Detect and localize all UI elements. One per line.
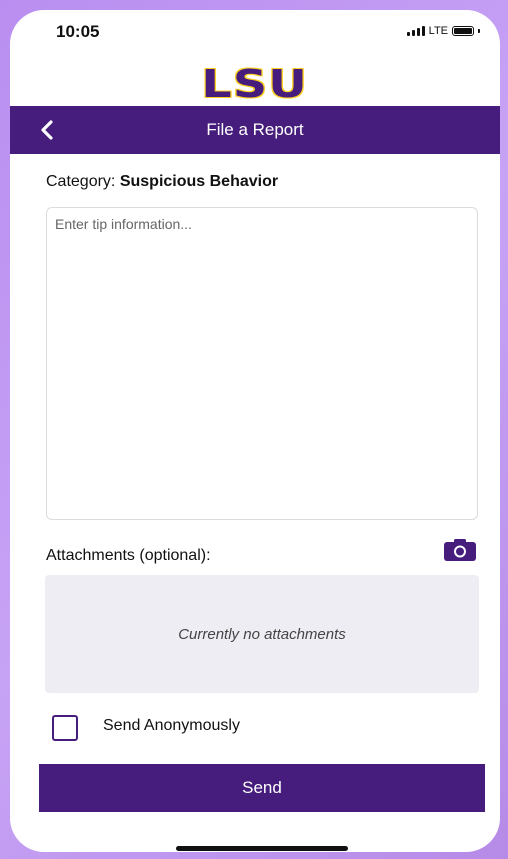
battery-icon <box>452 26 474 36</box>
anonymous-checkbox[interactable] <box>52 715 78 741</box>
tip-input[interactable] <box>46 207 478 520</box>
send-button[interactable]: Send <box>39 764 485 812</box>
status-time: 10:05 <box>56 22 100 41</box>
battery-tip <box>478 29 480 33</box>
attachments-label: Attachments (optional): <box>46 547 211 564</box>
category-label: Category: <box>46 173 116 190</box>
phone-screen: 10:05 LTE LSU File a Report Category: Su… <box>10 10 500 852</box>
status-bar: 10:05 LTE <box>10 10 500 56</box>
logo-text: LSU <box>201 62 309 106</box>
attachments-area: Currently no attachments <box>45 575 479 693</box>
camera-button[interactable] <box>444 539 476 561</box>
camera-icon <box>444 539 476 561</box>
nav-bar: File a Report <box>10 106 500 154</box>
network-type: LTE <box>428 25 448 37</box>
category-line: Category: Suspicious Behavior <box>46 173 278 191</box>
lsu-logo: LSU <box>10 62 500 106</box>
status-indicators: LTE <box>406 25 480 37</box>
anonymous-label[interactable]: Send Anonymously <box>103 717 240 735</box>
attachments-empty-text: Currently no attachments <box>178 626 346 643</box>
home-indicator[interactable] <box>176 846 348 851</box>
page-title: File a Report <box>206 120 304 139</box>
category-value: Suspicious Behavior <box>119 173 279 190</box>
signal-icon <box>406 26 425 36</box>
